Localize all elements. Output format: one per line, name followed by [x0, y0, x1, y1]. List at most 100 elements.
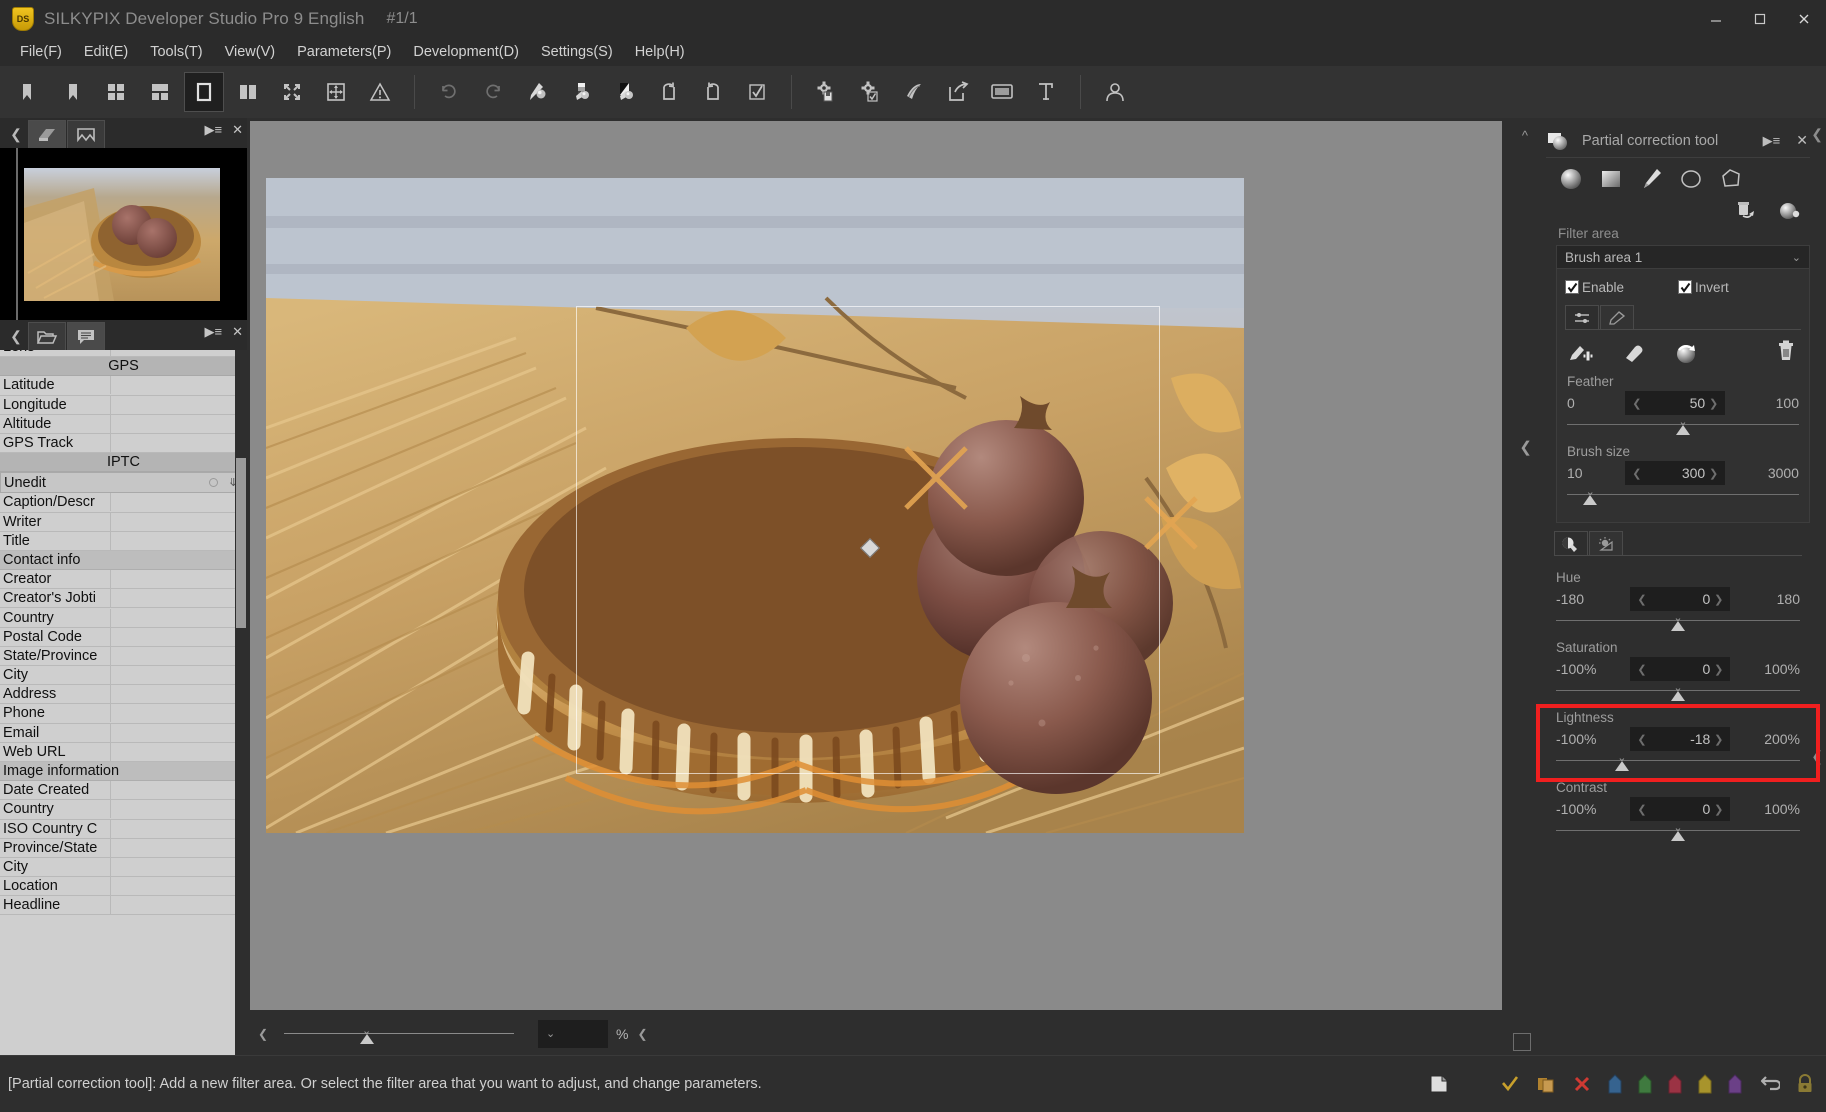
chevron-right-icon[interactable]: ❯ — [1709, 467, 1718, 480]
ellipse-tool-icon[interactable] — [1678, 166, 1704, 192]
reset-filter-icon[interactable] — [1734, 201, 1756, 226]
lock-icon[interactable] — [1796, 1074, 1814, 1094]
slider-knob-saturation[interactable] — [1671, 691, 1685, 701]
adjust-tab-light[interactable] — [1589, 531, 1623, 555]
next-image-icon[interactable] — [52, 72, 92, 112]
subtab-mask-paint[interactable] — [1600, 305, 1634, 329]
metadata-row[interactable]: City — [0, 666, 247, 688]
chevron-right-icon[interactable]: ❯ — [1714, 733, 1723, 746]
undo-arrow-icon[interactable] — [1758, 1074, 1780, 1094]
close-icon-3[interactable]: ✕ — [1796, 132, 1808, 149]
metadata-row[interactable]: ISO Country C — [0, 819, 247, 841]
slider-knob-hue[interactable] — [1671, 621, 1685, 631]
chevron-right-icon[interactable]: ❯ — [1714, 803, 1723, 816]
slider-spinbox-lightness[interactable]: ❮ -18 ❯ — [1630, 727, 1731, 751]
metadata-scrollbar[interactable] — [235, 350, 247, 1055]
fullscreen-icon[interactable] — [272, 72, 312, 112]
menu-help[interactable]: Help(H) — [624, 41, 696, 63]
tag-purple-icon[interactable] — [1728, 1074, 1742, 1094]
metadata-row[interactable]: Lens — [0, 350, 247, 358]
user-profile-icon[interactable] — [1095, 72, 1135, 112]
subtab-parameters[interactable] — [1565, 305, 1599, 329]
maximize-button[interactable] — [1738, 0, 1782, 38]
chevron-left-icon-2[interactable]: ❮ — [4, 322, 28, 350]
slider-track-lightness[interactable]: ⌄ — [1556, 752, 1800, 774]
right-panel-collapse-icon[interactable]: ❮ — [1811, 126, 1823, 143]
chevron-left-icon[interactable]: ❮ — [1632, 467, 1641, 480]
delete-x-icon[interactable] — [1572, 1074, 1592, 1094]
menu-settings[interactable]: Settings(S) — [530, 41, 624, 63]
refresh-mask-icon[interactable] — [1673, 342, 1699, 369]
chevron-left-icon[interactable]: ❮ — [1637, 733, 1646, 746]
list-menu-icon[interactable]: ▶≡ — [205, 122, 223, 138]
tab-filmstrip-view[interactable] — [67, 120, 105, 148]
rotate-left-icon[interactable] — [649, 72, 689, 112]
slider-track-contrast[interactable]: ⌄ — [1556, 822, 1800, 844]
develop-settings-icon[interactable] — [806, 72, 846, 112]
rotate-right-icon[interactable] — [693, 72, 733, 112]
slider-spinbox-hue[interactable]: ❮ 0 ❯ — [1630, 587, 1731, 611]
slider-knob[interactable] — [360, 1033, 374, 1044]
metadata-row[interactable]: Address — [0, 685, 247, 707]
metadata-list[interactable]: LensGPSLatitudeLongitudeAltitudeGPS Trac… — [0, 350, 247, 1055]
metadata-row[interactable]: Latitude — [0, 376, 247, 398]
chevron-left-icon[interactable]: ❮ — [1637, 663, 1646, 676]
slider-track-saturation[interactable]: ⌄ — [1556, 682, 1800, 704]
metadata-row[interactable]: State/Province — [0, 646, 247, 668]
invert-checkbox[interactable] — [1678, 280, 1693, 294]
slider-knob-feather[interactable] — [1676, 425, 1690, 435]
metadata-row[interactable]: Longitude — [0, 395, 247, 417]
slider-knob-lightness[interactable] — [1614, 761, 1629, 771]
printer-icon[interactable] — [1026, 72, 1066, 112]
slider-knob-brush-size[interactable] — [1583, 495, 1598, 505]
zoom-dropdown[interactable]: ⌄ — [538, 1019, 608, 1048]
trash-icon[interactable] — [1775, 340, 1797, 367]
metadata-row[interactable]: Phone — [0, 704, 247, 726]
tag-blue-icon[interactable] — [1608, 1074, 1622, 1094]
copy-icon[interactable] — [1536, 1074, 1556, 1094]
preview-mask-icon[interactable] — [1778, 201, 1800, 226]
scrollbar-thumb[interactable] — [236, 458, 246, 628]
menu-tools[interactable]: Tools(T) — [139, 41, 213, 63]
slideshow-icon[interactable] — [982, 72, 1022, 112]
tab-metadata[interactable] — [67, 322, 105, 350]
metadata-row[interactable]: Writer — [0, 512, 247, 534]
slider-spinbox-brush-size[interactable]: ❮ 300 ❯ — [1625, 461, 1726, 485]
right-panel-collapse-icon-2[interactable]: ❮ — [1811, 748, 1823, 765]
single-image-icon[interactable] — [184, 72, 224, 112]
list-menu-icon-2[interactable]: ▶≡ — [205, 324, 223, 340]
warning-icon[interactable] — [360, 72, 400, 112]
previous-image-icon[interactable] — [8, 72, 48, 112]
main-photo[interactable] — [266, 178, 1244, 833]
slider-spinbox-saturation[interactable]: ❮ 0 ❯ — [1630, 657, 1731, 681]
chevron-collapse-icon[interactable]: ❮ — [1519, 438, 1532, 456]
metadata-row[interactable]: Headline — [0, 896, 247, 918]
chevron-left-icon[interactable]: ❮ — [1637, 803, 1646, 816]
close-icon-2[interactable]: ✕ — [232, 324, 243, 340]
export-icon[interactable] — [938, 72, 978, 112]
metadata-row[interactable]: Caption/Descr — [0, 493, 247, 515]
metadata-preset-dropdown[interactable]: Unedit ⤋ — [0, 472, 247, 494]
linear-gradient-tool-icon[interactable] — [1598, 166, 1624, 192]
viewer-exposure-slider[interactable]: ⌄ — [284, 1020, 514, 1048]
list-menu-icon-3[interactable]: ▶≡ — [1763, 133, 1781, 149]
eraser-icon[interactable] — [1621, 342, 1647, 369]
undo-icon[interactable] — [429, 72, 469, 112]
slider-knob-contrast[interactable] — [1671, 831, 1685, 841]
menu-edit[interactable]: Edit(E) — [73, 41, 139, 63]
metadata-row[interactable]: Creator — [0, 570, 247, 592]
slider-track-brush-size[interactable]: ⌄ — [1567, 486, 1799, 508]
menu-view[interactable]: View(V) — [214, 41, 287, 63]
thumbnail-strip[interactable] — [0, 148, 247, 320]
black-white-picker-icon[interactable] — [605, 72, 645, 112]
menu-development[interactable]: Development(D) — [402, 41, 530, 63]
redo-icon[interactable] — [473, 72, 513, 112]
page-layout-icon[interactable] — [1428, 1073, 1450, 1095]
enable-checkbox-row[interactable]: Enable — [1565, 280, 1624, 295]
metadata-row[interactable]: Date Created — [0, 781, 247, 803]
chevron-right-icon[interactable]: ❯ — [1714, 663, 1723, 676]
gray-balance-picker-icon[interactable] — [561, 72, 601, 112]
check-mark-icon[interactable] — [1500, 1074, 1520, 1094]
invert-checkbox-row[interactable]: Invert — [1678, 280, 1729, 295]
metadata-row[interactable]: Postal Code — [0, 627, 247, 649]
